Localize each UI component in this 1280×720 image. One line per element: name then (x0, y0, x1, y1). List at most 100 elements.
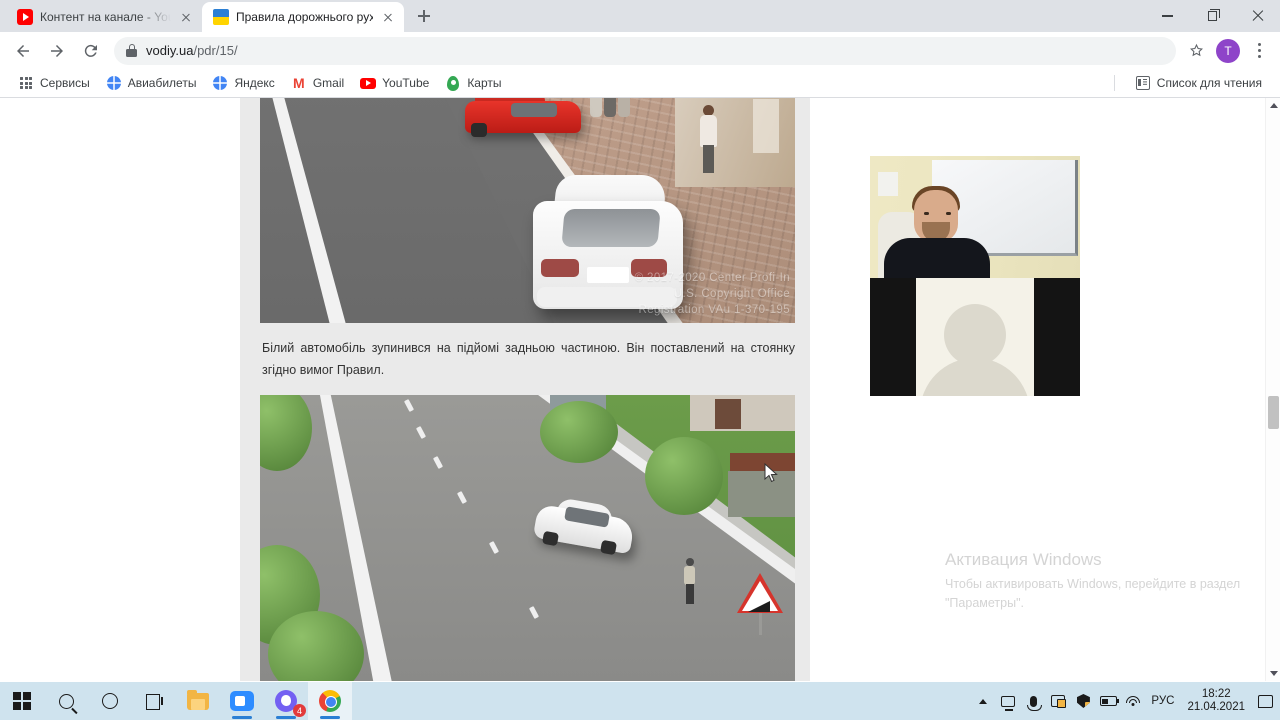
chevron-up-icon (979, 698, 988, 704)
pedestrian (700, 105, 717, 173)
forward-arrow-icon (51, 44, 63, 57)
activation-title: Активация Windows (945, 550, 1102, 569)
camera-tray-button[interactable] (997, 682, 1019, 720)
scrollbar-thumb[interactable] (1268, 396, 1279, 429)
page-viewport: © 2017-2020 Center Profi-In U.S. Copyrig… (0, 98, 1280, 681)
chrome-app-button[interactable] (308, 682, 352, 720)
close-icon[interactable] (380, 9, 396, 25)
tab-title: Правила дорожнього руху. Зуп (236, 10, 373, 24)
divider (1113, 75, 1115, 91)
windows-logo-icon (13, 692, 31, 710)
bookmark-gmail[interactable]: M Gmail (283, 71, 352, 95)
video-tiles (870, 156, 1080, 396)
microphone-icon (1026, 695, 1042, 711)
folder-icon (187, 689, 209, 710)
microphone-tray-button[interactable] (1022, 682, 1044, 720)
forward-button[interactable] (42, 36, 72, 66)
globe-icon (106, 75, 122, 91)
maximize-button[interactable] (1190, 0, 1235, 32)
display-tray-button[interactable] (1047, 682, 1069, 720)
tab-strip: Контент на канале - YouTube St Правила д… (0, 0, 1280, 32)
bookmarks-bar-right: Список для чтения (1113, 71, 1270, 95)
shield-icon (1076, 694, 1090, 708)
chevron-up-icon (1269, 103, 1278, 108)
url-host: vodiy.ua (146, 43, 194, 58)
network-tray-button[interactable] (1122, 682, 1144, 720)
apps-grid-icon (18, 75, 34, 91)
camera-icon (1001, 695, 1016, 711)
minimize-icon (1162, 15, 1173, 17)
article-content: © 2017-2020 Center Profi-In U.S. Copyrig… (260, 98, 797, 681)
scroll-down-button[interactable] (1266, 666, 1280, 681)
clock[interactable]: 18:22 21.04.2021 (1181, 688, 1251, 714)
tab-pdr-rules[interactable]: Правила дорожнього руху. Зуп (202, 2, 404, 32)
wifi-icon (1126, 695, 1141, 707)
profile-avatar[interactable]: T (1216, 38, 1240, 63)
chrome-menu-button[interactable] (1246, 38, 1272, 64)
youtube-icon (360, 75, 377, 91)
bookmark-label: Яндекс (234, 76, 275, 90)
battery-tray-button[interactable] (1097, 682, 1120, 720)
reload-button[interactable] (76, 36, 106, 66)
notification-icon (1257, 694, 1273, 708)
minimize-button[interactable] (1145, 0, 1190, 32)
bookmark-label: Карты (467, 76, 502, 90)
copyright-watermark: © 2017-2020 Center Profi-In U.S. Copyrig… (635, 270, 790, 318)
close-window-button[interactable] (1235, 0, 1280, 32)
avatar (920, 358, 1030, 396)
chevron-down-icon (1269, 671, 1278, 676)
close-icon (1252, 10, 1264, 22)
article-caption: Білий автомобіль зупинився на підйомі за… (262, 341, 795, 377)
illustration-car-roadside-slope (260, 395, 795, 681)
webcam-presenter-tile[interactable] (870, 156, 1080, 278)
battery-icon (1099, 696, 1120, 706)
notifications-button[interactable] (1254, 682, 1276, 720)
bookmark-yandex[interactable]: Яндекс (204, 71, 282, 95)
reload-icon (84, 44, 97, 57)
system-tray: РУС 18:22 21.04.2021 (972, 682, 1280, 720)
start-button[interactable] (0, 682, 44, 720)
cortana-button[interactable] (88, 682, 132, 720)
page-scrollbar[interactable] (1265, 98, 1280, 681)
illustration-white-suv-rear-uphill: © 2017-2020 Center Profi-In U.S. Copyrig… (260, 98, 795, 323)
search-button[interactable] (44, 682, 88, 720)
bookmark-label: Сервисы (40, 76, 90, 90)
chrome-icon (319, 690, 341, 712)
bookmark-youtube[interactable]: YouTube (352, 71, 437, 95)
address-bar[interactable]: vodiy.ua/pdr/15/ (114, 36, 1176, 65)
zoom-app-button[interactable] (220, 682, 264, 720)
globe-icon (212, 75, 228, 91)
screen: Контент на канале - YouTube St Правила д… (0, 0, 1280, 720)
clock-date: 21.04.2021 (1187, 701, 1245, 713)
file-explorer-button[interactable] (176, 682, 220, 720)
close-icon[interactable] (178, 9, 194, 25)
browser-toolbar: vodiy.ua/pdr/15/ T (0, 32, 1280, 69)
watermark-line-3: Registration VAu 1-370-195 (638, 304, 790, 316)
bookmark-karty[interactable]: Карты (437, 71, 509, 95)
maps-pin-icon (445, 75, 461, 91)
youtube-icon (17, 9, 33, 25)
bookmark-star-button[interactable] (1182, 37, 1210, 65)
new-tab-button[interactable] (410, 2, 438, 30)
reading-list-button[interactable]: Список для чтения (1127, 71, 1270, 95)
reading-list-label: Список для чтения (1156, 76, 1262, 90)
viber-app-button[interactable]: 4 (264, 682, 308, 720)
language-indicator[interactable]: РУС (1147, 695, 1178, 707)
back-button[interactable] (8, 36, 38, 66)
security-tray-button[interactable] (1072, 682, 1094, 720)
task-view-button[interactable] (132, 682, 176, 720)
participant-avatar-tile[interactable] (870, 278, 1080, 396)
bookmark-servicy[interactable]: Сервисы (10, 71, 98, 95)
watermark-line-2: U.S. Copyright Office (673, 288, 790, 300)
windows-activation-watermark: Активация Windows Чтобы активировать Win… (945, 548, 1245, 613)
url-text: vodiy.ua/pdr/15/ (146, 43, 238, 58)
tab-youtube-studio[interactable]: Контент на канале - YouTube St (6, 2, 202, 32)
bookmark-aviabilety[interactable]: Авиабилеты (98, 71, 205, 95)
ukraine-flag-icon (213, 9, 229, 25)
bookmark-label: Gmail (312, 76, 345, 90)
white-car (532, 497, 636, 556)
scroll-up-button[interactable] (1266, 98, 1280, 113)
show-hidden-icons-button[interactable] (972, 682, 994, 720)
watermark-line-1: © 2017-2020 Center Profi-In (634, 272, 790, 284)
back-arrow-icon (17, 44, 29, 57)
